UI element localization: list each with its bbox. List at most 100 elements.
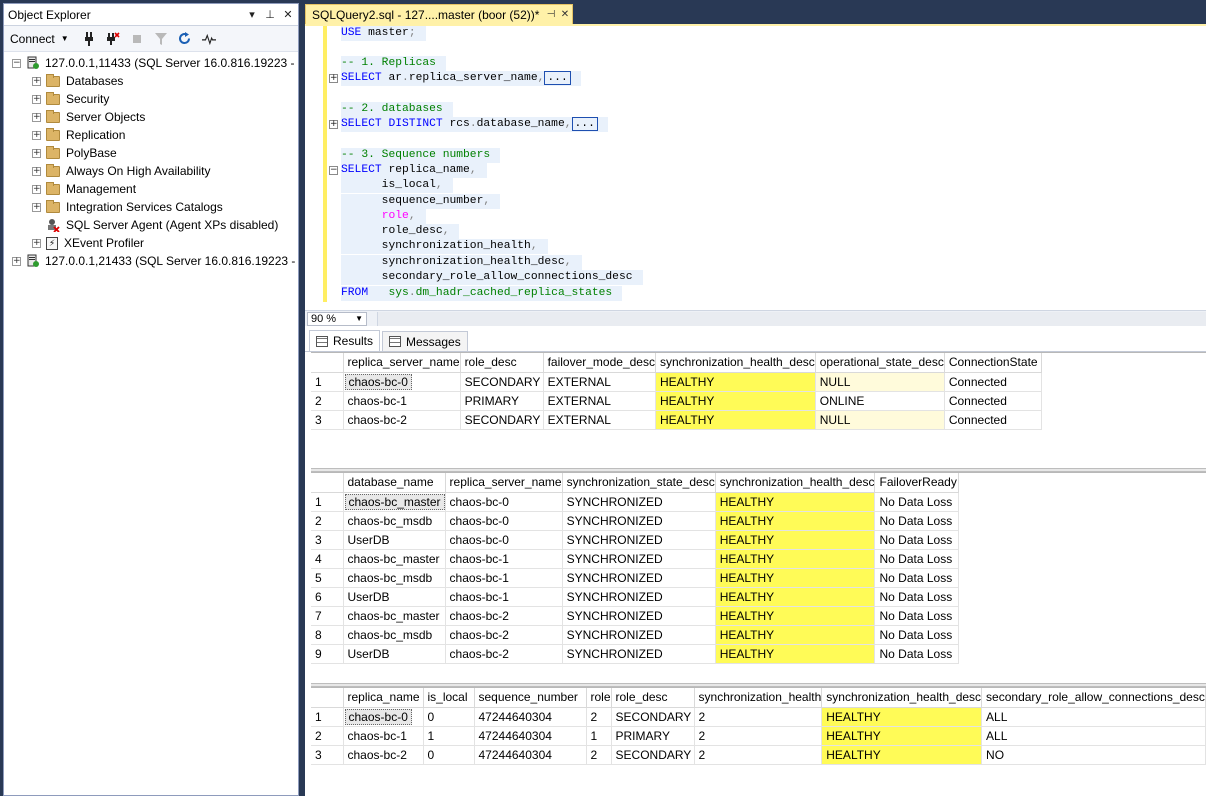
- table-cell[interactable]: chaos-bc-2: [445, 644, 563, 664]
- table-row[interactable]: 1 chaos-bc-0 SECONDARY EXTERNAL HEALTHY …: [311, 372, 1042, 392]
- table-cell[interactable]: UserDB: [343, 587, 446, 607]
- column-header[interactable]: synchronization_health_desc: [821, 688, 983, 708]
- table-cell[interactable]: SYNCHRONIZED: [562, 644, 716, 664]
- table-cell[interactable]: SYNCHRONIZED: [562, 587, 716, 607]
- table-cell-highlighted[interactable]: HEALTHY: [715, 625, 876, 645]
- table-cell[interactable]: 0: [423, 707, 475, 727]
- column-header[interactable]: ConnectionState: [944, 353, 1042, 373]
- table-cell-highlighted[interactable]: HEALTHY: [715, 530, 876, 550]
- table-row[interactable]: 2 chaos-bc-1 PRIMARY EXTERNAL HEALTHY ON…: [311, 391, 1042, 411]
- table-cell[interactable]: Connected: [944, 410, 1042, 430]
- outline-expand-icon[interactable]: +: [329, 120, 338, 129]
- expand-icon[interactable]: +: [32, 94, 41, 104]
- table-cell[interactable]: chaos-bc-0: [445, 530, 563, 550]
- table-row[interactable]: 2 chaos-bc-1 1 47244640304 1 PRIMARY 2 HEALTHY A…: [311, 726, 1206, 746]
- table-cell[interactable]: 2: [694, 707, 823, 727]
- table-row[interactable]: 2 chaos-bc_msdb chaos-bc-0 SYNCHRONIZED HEAL…: [311, 511, 960, 531]
- table-cell-highlighted[interactable]: HEALTHY: [655, 372, 816, 392]
- table-cell-highlighted[interactable]: HEALTHY: [715, 568, 876, 588]
- table-cell-highlighted[interactable]: HEALTHY: [655, 391, 816, 411]
- table-cell[interactable]: 1: [586, 726, 612, 746]
- table-cell[interactable]: chaos-bc-1: [343, 726, 424, 746]
- results-grid-databases[interactable]: database_name replica_server_name synchr…: [311, 472, 1206, 685]
- activity-monitor-icon[interactable]: [201, 31, 216, 47]
- column-header[interactable]: role_desc: [611, 688, 695, 708]
- table-cell[interactable]: PRIMARY: [460, 391, 544, 411]
- table-cell[interactable]: ONLINE: [815, 391, 945, 411]
- column-header[interactable]: sequence_number: [474, 688, 587, 708]
- column-header[interactable]: synchronization_health_desc: [655, 353, 816, 373]
- tree-node-management[interactable]: + Management: [4, 180, 298, 198]
- table-cell[interactable]: 47244640304: [474, 707, 587, 727]
- table-cell[interactable]: SYNCHRONIZED: [562, 530, 716, 550]
- expand-icon[interactable]: +: [32, 238, 41, 248]
- table-row[interactable]: 7 chaos-bc_master chaos-bc-2 SYNCHRONIZED HE…: [311, 606, 960, 626]
- collapsed-code-block[interactable]: ...: [571, 117, 598, 131]
- table-row[interactable]: 8 chaos-bc_msdb chaos-bc-2 SYNCHRONIZED HEAL…: [311, 625, 960, 645]
- table-cell-highlighted[interactable]: HEALTHY: [821, 707, 983, 727]
- table-row[interactable]: 1 chaos-bc-0 0 47244640304 2 SECONDARY 2 HEALTH…: [311, 707, 1206, 727]
- table-cell-selected[interactable]: chaos-bc-0: [343, 372, 461, 392]
- table-cell[interactable]: UserDB: [343, 530, 446, 550]
- table-cell[interactable]: chaos-bc-2: [445, 625, 563, 645]
- table-cell[interactable]: chaos-bc_msdb: [343, 625, 446, 645]
- table-cell-highlighted[interactable]: HEALTHY: [821, 745, 983, 765]
- table-cell[interactable]: SYNCHRONIZED: [562, 549, 716, 569]
- tree-node-security[interactable]: + Security: [4, 90, 298, 108]
- column-header[interactable]: database_name: [343, 473, 446, 493]
- column-header[interactable]: FailoverReady: [874, 473, 960, 493]
- tree-node-server-1[interactable]: − 127.0.0.1,11433 (SQL Server 16.0.816.1…: [4, 54, 298, 72]
- table-cell-selected[interactable]: chaos-bc-0: [343, 707, 424, 727]
- outline-collapse-icon[interactable]: −: [329, 166, 338, 175]
- table-cell-highlighted[interactable]: HEALTHY: [821, 726, 983, 746]
- table-cell[interactable]: UserDB: [343, 644, 446, 664]
- table-row[interactable]: 3 UserDB chaos-bc-0 SYNCHRONIZED HEALTHY No D…: [311, 530, 960, 550]
- table-cell[interactable]: chaos-bc-1: [445, 549, 563, 569]
- window-position-dropdown-icon[interactable]: ▾: [244, 7, 260, 23]
- collapsed-code-block[interactable]: ...: [544, 71, 571, 85]
- column-header[interactable]: secondary_role_allow_connections_desc: [981, 688, 1206, 708]
- tree-node-databases[interactable]: + Databases: [4, 72, 298, 90]
- filter-icon[interactable]: [154, 31, 168, 47]
- table-cell[interactable]: 1: [423, 726, 475, 746]
- table-cell[interactable]: EXTERNAL: [543, 410, 656, 430]
- expand-icon[interactable]: +: [32, 76, 41, 86]
- table-cell[interactable]: 0: [423, 745, 475, 765]
- table-cell[interactable]: chaos-bc_master: [343, 606, 446, 626]
- query-tab[interactable]: SQLQuery2.sql - 127....master (boor (52)…: [305, 4, 573, 24]
- column-header[interactable]: replica_name: [343, 688, 424, 708]
- table-cell[interactable]: ALL: [981, 707, 1206, 727]
- table-cell[interactable]: No Data Loss: [874, 625, 960, 645]
- tree-node-replication[interactable]: + Replication: [4, 126, 298, 144]
- table-row[interactable]: 9 UserDB chaos-bc-2 SYNCHRONIZED HEALTHY No D…: [311, 644, 960, 664]
- table-cell-selected[interactable]: chaos-bc_master: [343, 492, 446, 512]
- column-header[interactable]: synchronization_health_desc: [715, 473, 876, 493]
- table-cell[interactable]: NO: [981, 745, 1206, 765]
- table-cell[interactable]: SYNCHRONIZED: [562, 625, 716, 645]
- tree-node-polybase[interactable]: + PolyBase: [4, 144, 298, 162]
- expand-icon[interactable]: +: [12, 256, 21, 266]
- expand-icon[interactable]: +: [32, 184, 41, 194]
- table-cell[interactable]: No Data Loss: [874, 492, 960, 512]
- table-cell[interactable]: No Data Loss: [874, 549, 960, 569]
- disconnect-icon[interactable]: [106, 31, 120, 47]
- zoom-select[interactable]: 90 % ▼: [307, 311, 367, 326]
- sql-editor[interactable]: USE master; -- 1. Replicas + SELECT ar.r…: [305, 26, 1206, 310]
- tree-node-integration-services[interactable]: + Integration Services Catalogs: [4, 198, 298, 216]
- table-cell[interactable]: 2: [586, 707, 612, 727]
- horizontal-scrollbar[interactable]: [377, 311, 1206, 326]
- expand-icon[interactable]: +: [32, 148, 41, 158]
- column-header[interactable]: synchronization_state_desc: [562, 473, 716, 493]
- table-row[interactable]: 1 chaos-bc_master chaos-bc-0 SYNCHRONIZED HE…: [311, 492, 960, 512]
- table-cell[interactable]: Connected: [944, 391, 1042, 411]
- table-row[interactable]: 4 chaos-bc_master chaos-bc-1 SYNCHRONIZED HE…: [311, 549, 960, 569]
- table-cell[interactable]: chaos-bc_msdb: [343, 511, 446, 531]
- pin-icon[interactable]: ⊥: [262, 7, 278, 23]
- table-cell[interactable]: SYNCHRONIZED: [562, 606, 716, 626]
- table-row[interactable]: 5 chaos-bc_msdb chaos-bc-1 SYNCHRONIZED HEAL…: [311, 568, 960, 588]
- table-cell[interactable]: chaos-bc-1: [445, 568, 563, 588]
- results-grid-replicas[interactable]: replica_server_name role_desc failover_m…: [311, 352, 1206, 468]
- connect-button[interactable]: Connect: [10, 32, 55, 46]
- table-row[interactable]: 6 UserDB chaos-bc-1 SYNCHRONIZED HEALTHY No D…: [311, 587, 960, 607]
- expand-icon[interactable]: +: [32, 112, 41, 122]
